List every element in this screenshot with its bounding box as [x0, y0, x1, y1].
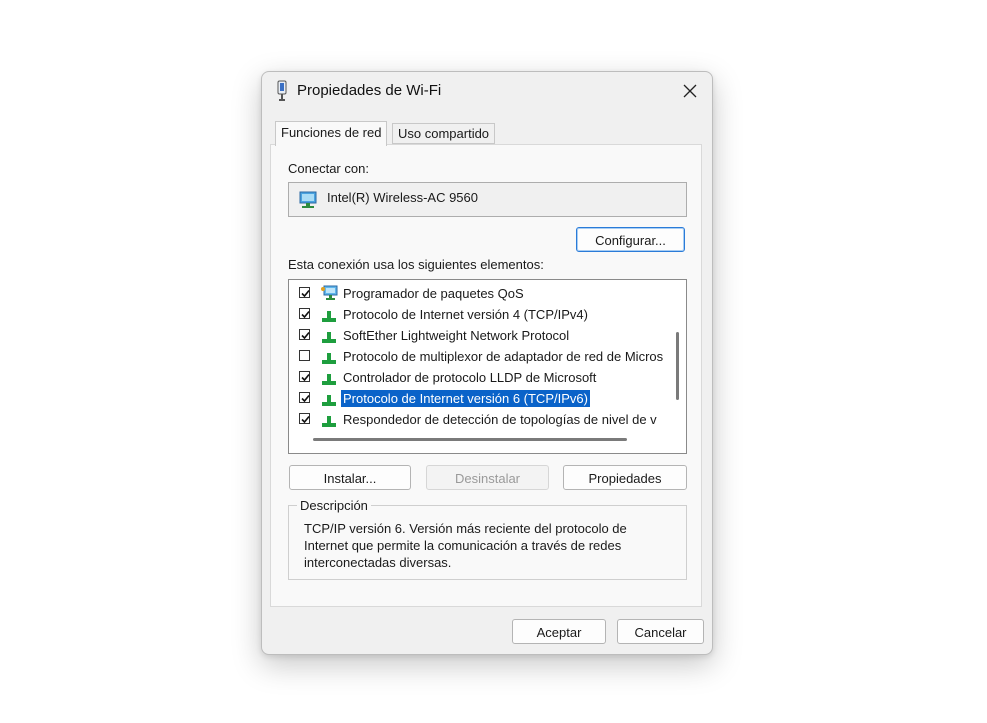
uninstall-button[interactable]: Desinstalar [426, 465, 549, 490]
description-text: TCP/IP versión 6. Versión más reciente d… [304, 520, 664, 571]
network-protocol-icon [322, 416, 336, 427]
tab-sharing[interactable]: Uso compartido [392, 123, 496, 144]
check-icon [301, 373, 310, 382]
wifi-properties-dialog: Propiedades de Wi-Fi Funciones de red Us… [261, 71, 713, 655]
adapter-name: Intel(R) Wireless-AC 9560 [327, 190, 478, 205]
components-list[interactable]: Programador de paquetes QoS Protocolo de… [288, 279, 687, 454]
description-legend: Descripción [297, 498, 371, 513]
install-button[interactable]: Instalar... [289, 465, 411, 490]
item-label: SoftEther Lightweight Network Protocol [343, 328, 570, 343]
check-icon [301, 394, 310, 403]
tab-network-functions[interactable]: Funciones de red [275, 121, 388, 146]
list-item[interactable]: Respondedor de detección de topologías d… [289, 409, 666, 430]
check-icon [301, 331, 310, 340]
item-checkbox[interactable] [299, 287, 310, 298]
list-item[interactable]: SoftEther Lightweight Network Protocol [289, 325, 666, 346]
close-icon [683, 84, 697, 98]
item-checkbox[interactable] [299, 329, 310, 340]
item-label: Programador de paquetes QoS [343, 286, 524, 301]
list-item[interactable]: Controlador de protocolo LLDP de Microso… [289, 367, 666, 388]
check-icon [301, 289, 310, 298]
network-protocol-icon [322, 374, 336, 385]
configure-button[interactable]: Configurar... [576, 227, 685, 252]
item-label: Respondedor de detección de topologías d… [343, 412, 657, 427]
check-icon [301, 415, 310, 424]
item-label: Protocolo de Internet versión 4 (TCP/IPv… [343, 307, 588, 322]
window-title: Propiedades de Wi-Fi [297, 82, 442, 99]
item-label: Protocolo de Internet versión 6 (TCP/IPv… [341, 390, 590, 407]
wifi-adapter-icon [277, 80, 287, 101]
description-line: interconectadas diversas. [304, 555, 452, 570]
accept-button[interactable]: Aceptar [512, 619, 606, 644]
list-item[interactable]: Protocolo de multiplexor de adaptador de… [289, 346, 666, 367]
item-checkbox[interactable] [299, 413, 310, 424]
connect-with-label: Conectar con: [288, 161, 369, 176]
item-checkbox[interactable] [299, 371, 310, 382]
network-protocol-icon [322, 311, 336, 322]
cancel-button[interactable]: Cancelar [617, 619, 704, 644]
items-label: Esta conexión usa los siguientes element… [288, 257, 544, 272]
item-checkbox[interactable] [299, 350, 310, 361]
vertical-scrollbar[interactable] [676, 332, 679, 400]
adapter-field: Intel(R) Wireless-AC 9560 [288, 182, 687, 217]
item-label: Controlador de protocolo LLDP de Microso… [343, 370, 597, 385]
list-item[interactable]: Programador de paquetes QoS [289, 283, 666, 304]
description-line: TCP/IP versión 6. Versión más reciente d… [304, 521, 627, 536]
item-label: Protocolo de multiplexor de adaptador de… [343, 349, 664, 364]
qos-scheduler-icon [321, 285, 338, 300]
network-adapter-icon [299, 191, 317, 208]
item-checkbox[interactable] [299, 392, 310, 403]
close-button[interactable] [674, 77, 706, 105]
list-item[interactable]: Protocolo de Internet versión 4 (TCP/IPv… [289, 304, 666, 325]
check-icon [301, 310, 310, 319]
list-item-selected[interactable]: Protocolo de Internet versión 6 (TCP/IPv… [289, 388, 666, 409]
title-bar: Propiedades de Wi-Fi [262, 72, 712, 110]
description-line: Internet que permite la comunicación a t… [304, 538, 622, 553]
properties-button[interactable]: Propiedades [563, 465, 687, 490]
horizontal-scrollbar[interactable] [313, 438, 627, 441]
network-protocol-icon [322, 395, 336, 406]
network-protocol-icon [322, 332, 336, 343]
network-protocol-icon [322, 353, 336, 364]
item-checkbox[interactable] [299, 308, 310, 319]
